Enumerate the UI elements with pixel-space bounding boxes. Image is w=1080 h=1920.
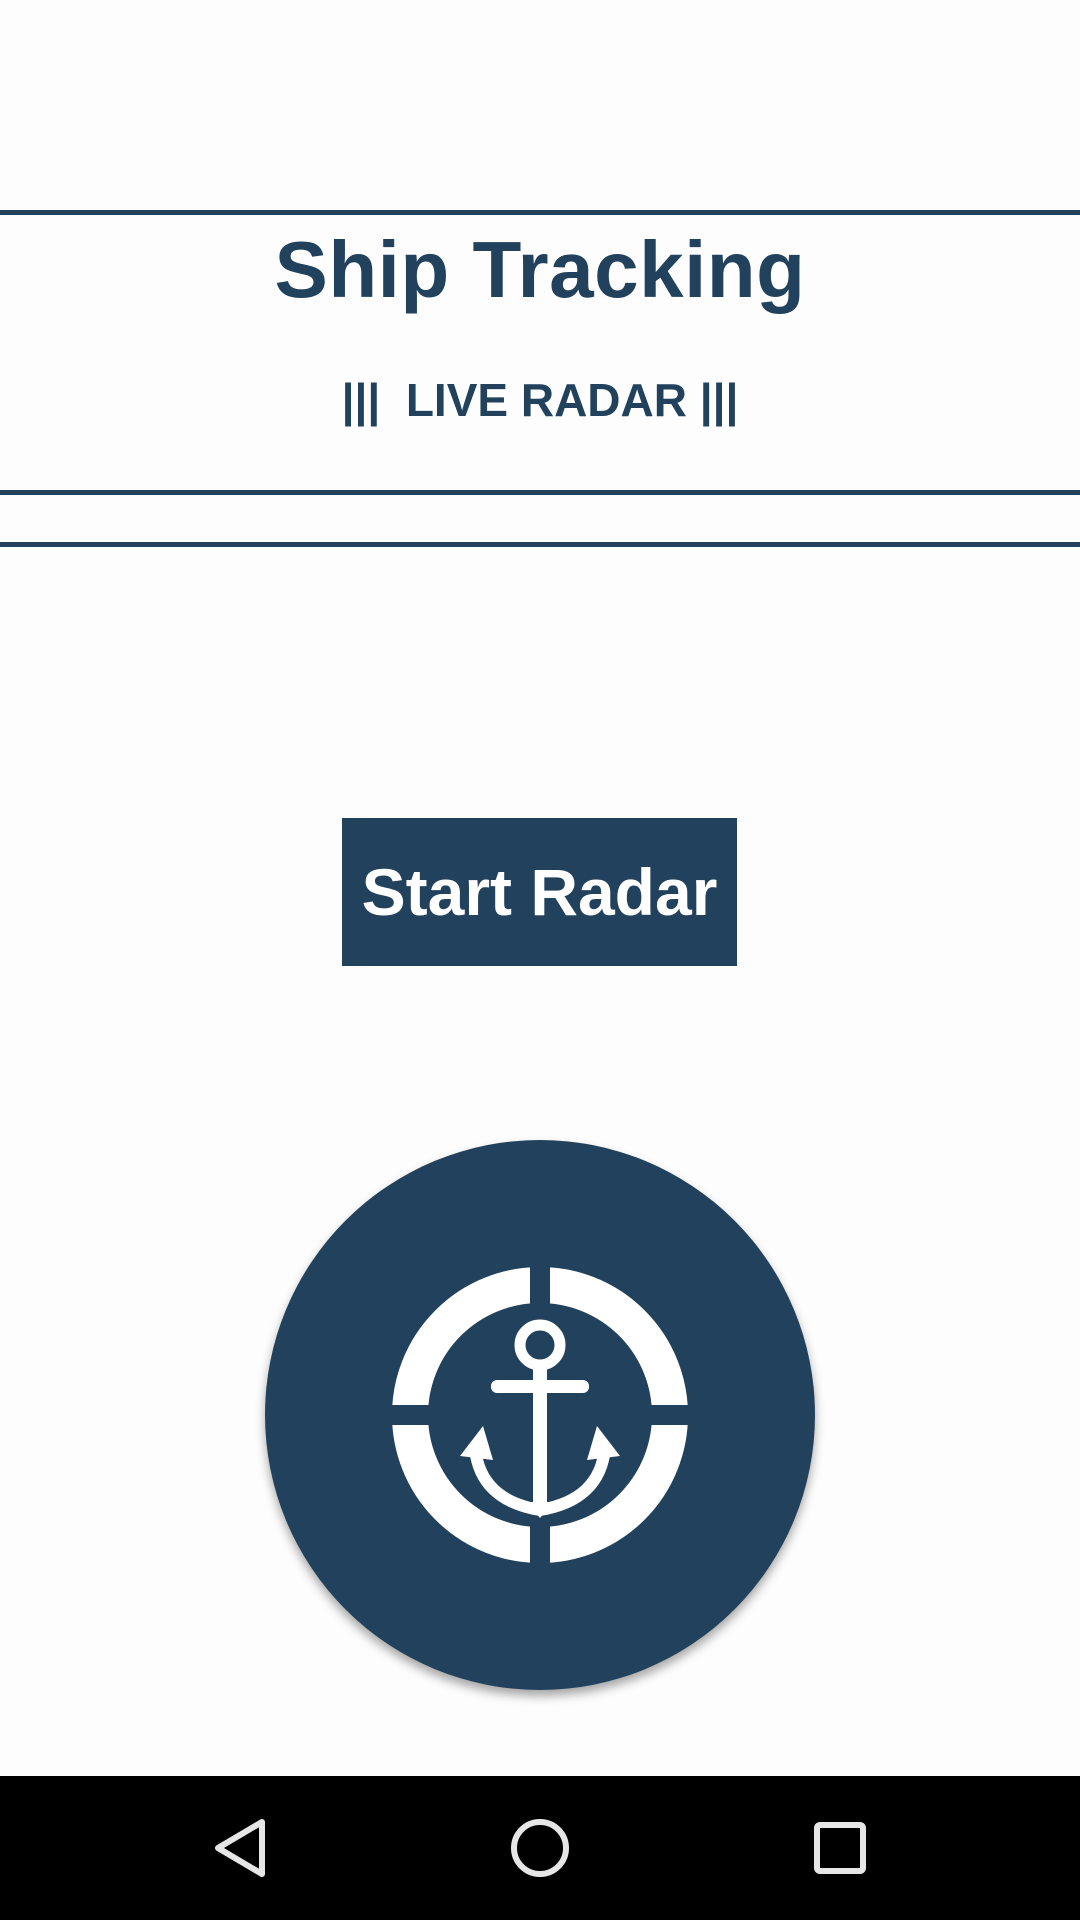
recents-square-icon[interactable] bbox=[790, 1798, 890, 1898]
header-second-divider bbox=[0, 542, 1080, 547]
screen: Ship Tracking ||| LIVE RADAR ||| Start R… bbox=[0, 0, 1080, 1920]
app-subtitle: ||| LIVE RADAR ||| bbox=[341, 374, 739, 426]
header-top-divider bbox=[0, 210, 1080, 215]
start-radar-button[interactable]: Start Radar bbox=[342, 818, 737, 966]
app-title: Ship Tracking bbox=[274, 225, 806, 314]
back-triangle-icon[interactable] bbox=[190, 1798, 290, 1898]
home-circle-icon[interactable] bbox=[490, 1798, 590, 1898]
system-navigation-bar bbox=[0, 1776, 1080, 1920]
header-bottom-divider bbox=[0, 490, 1080, 495]
anchor-lifebuoy-icon bbox=[265, 1140, 815, 1690]
